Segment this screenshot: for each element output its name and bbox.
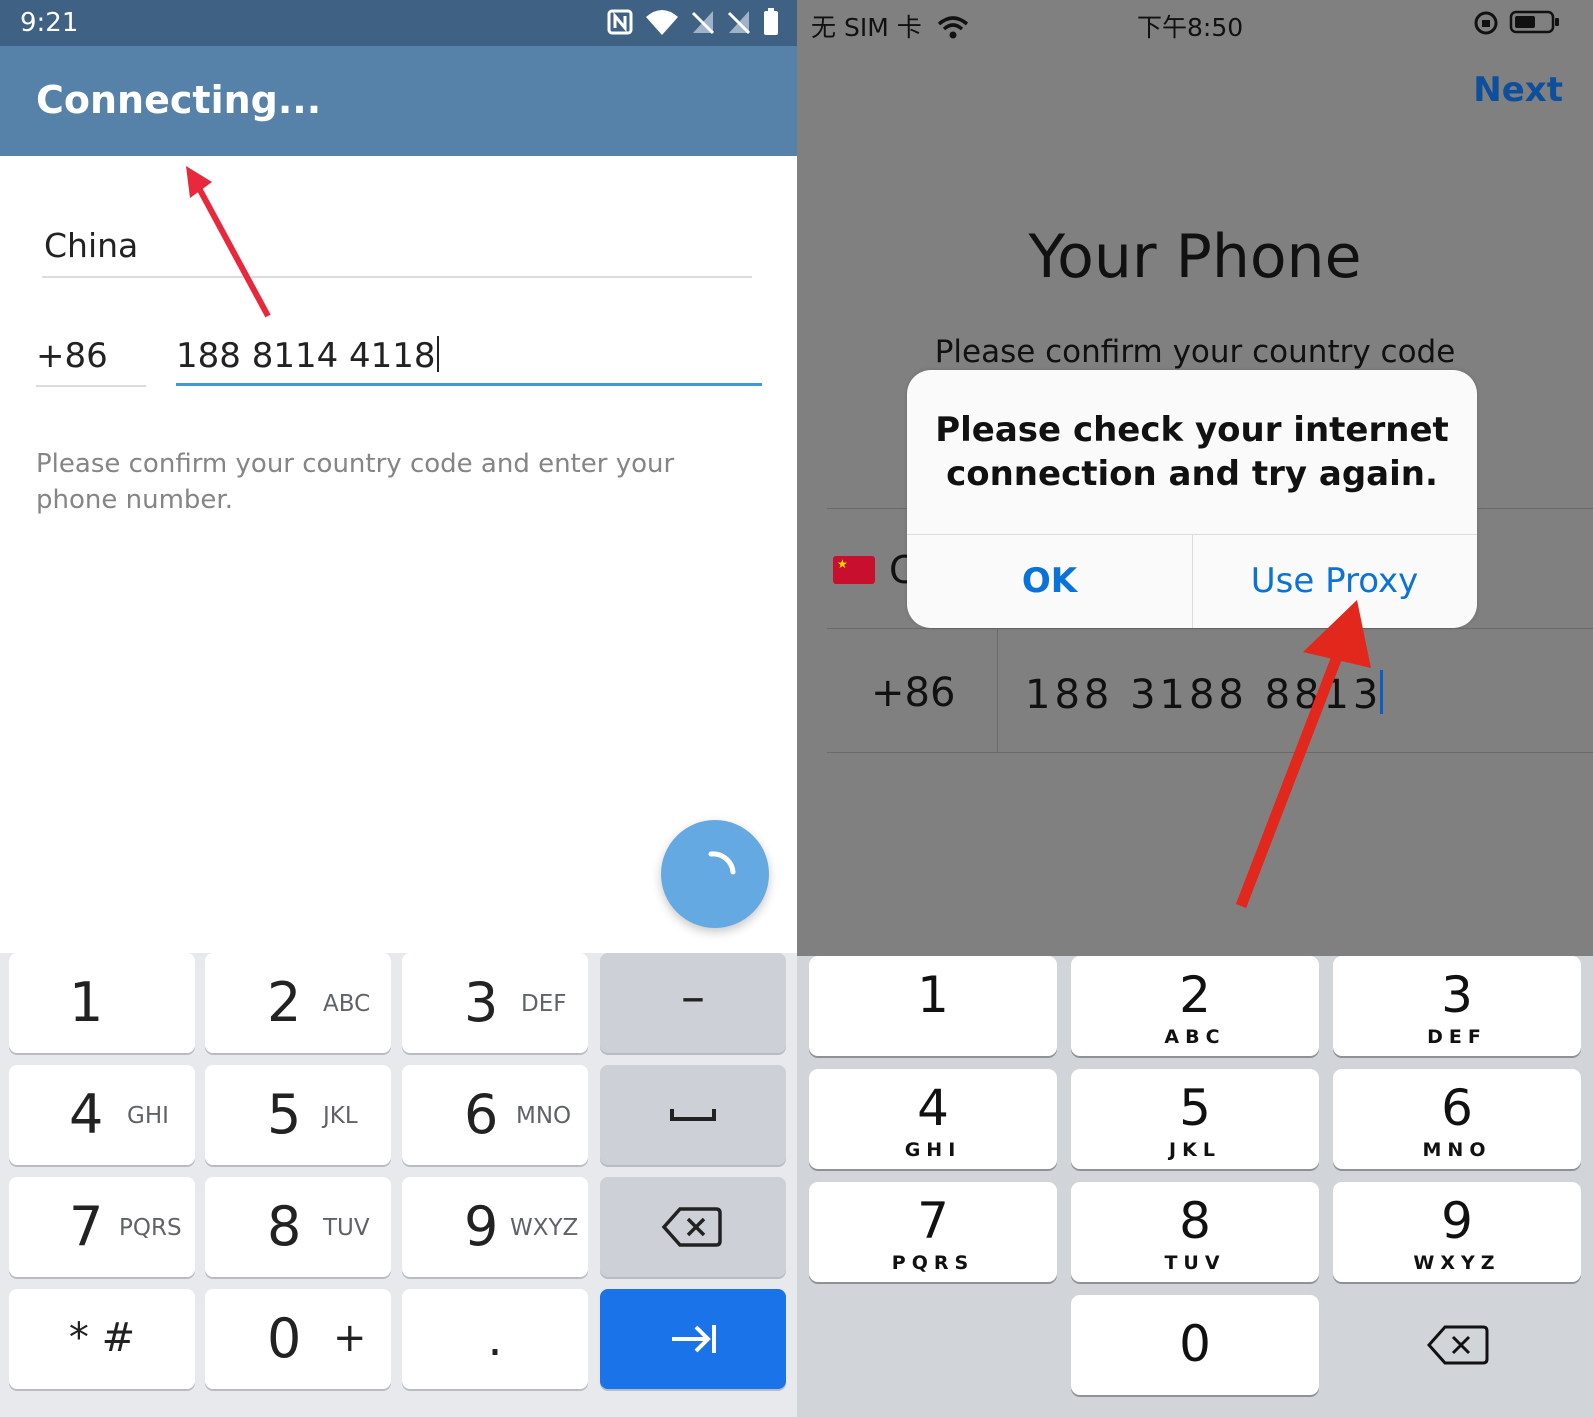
- battery-icon: [1509, 10, 1559, 34]
- country-field[interactable]: China: [44, 226, 138, 265]
- china-flag-icon: ★: [833, 556, 875, 584]
- page-subtitle: Please confirm your country code: [934, 334, 1456, 370]
- key-backspace[interactable]: [1333, 1295, 1581, 1395]
- ios-screen: 无 SIM 卡 下午8:50 Next Your Phone Please co…: [797, 0, 1593, 1417]
- phone-number-value: 188 8114 4118: [176, 336, 436, 376]
- key-5[interactable]: 5 JKL: [205, 1065, 391, 1165]
- key-star-hash[interactable]: * #: [9, 1289, 195, 1389]
- divider: [827, 628, 1593, 629]
- key-2[interactable]: 2 ABC: [205, 953, 391, 1053]
- next-button[interactable]: Next: [1473, 70, 1563, 110]
- backspace-icon: [661, 1207, 722, 1247]
- alert-use-proxy-button[interactable]: Use Proxy: [1192, 534, 1477, 628]
- key-3[interactable]: 3 DEF: [402, 953, 588, 1053]
- key-dash[interactable]: –: [600, 953, 786, 1053]
- connection-status-title: Connecting...: [36, 78, 322, 122]
- wifi-icon: [937, 16, 968, 39]
- numeric-keyboard: 1 2 ABC 3 DEF 4 GHI 5 JKL 6 MNO 7 PQRS 8 TUV 9W…: [797, 956, 1593, 1417]
- phone-underline-focused: [176, 383, 762, 386]
- status-icons: [607, 8, 779, 36]
- key-1[interactable]: 1: [9, 953, 195, 1053]
- key-backspace[interactable]: [600, 1177, 786, 1277]
- key-7[interactable]: 7 PQRS: [809, 1182, 1057, 1282]
- status-carrier: 无 SIM 卡: [811, 8, 970, 44]
- key-9[interactable]: 9 WXYZ: [1333, 1182, 1581, 1282]
- backspace-icon: [1426, 1325, 1489, 1365]
- country-code-underline: [36, 385, 146, 387]
- key-next[interactable]: [600, 1289, 786, 1389]
- page-title: Your Phone: [1028, 222, 1362, 292]
- no-signal-icon: [691, 11, 715, 35]
- key-8[interactable]: 8 TUV: [205, 1177, 391, 1277]
- key-3[interactable]: 3 DEF: [1333, 956, 1581, 1056]
- key-6[interactable]: 6 MNO: [1333, 1069, 1581, 1169]
- text-caret: [1380, 670, 1384, 714]
- key-4[interactable]: 4 GHI: [9, 1065, 195, 1165]
- key-period[interactable]: .: [402, 1289, 588, 1389]
- divider: [827, 752, 1593, 753]
- app-bar: Connecting...: [0, 46, 797, 156]
- key-2[interactable]: 2 ABC: [1071, 956, 1319, 1056]
- key-8[interactable]: 8 TUV: [1071, 1182, 1319, 1282]
- country-code-field[interactable]: +86: [36, 336, 108, 376]
- space-icon: [670, 1109, 716, 1121]
- form-hint: Please confirm your country code and ent…: [36, 449, 675, 515]
- phone-number-value: 188 3188 8813: [1025, 672, 1383, 718]
- next-icon: [672, 1325, 716, 1353]
- alert-dialog: Please check your internet connection an…: [907, 370, 1477, 628]
- android-screen: 9:21 Connecting... China +86 188 8114 41…: [0, 0, 797, 1417]
- orientation-lock-icon: [1474, 11, 1498, 35]
- battery-icon: [764, 8, 778, 35]
- wifi-icon: [646, 10, 678, 35]
- divider: [997, 628, 998, 752]
- key-7[interactable]: 7 PQRS: [9, 1177, 195, 1277]
- phone-number-input[interactable]: 188 3188 8813: [1025, 670, 1384, 718]
- nfc-icon: [607, 9, 633, 35]
- alert-message: Please check your internet connection an…: [935, 410, 1449, 494]
- alert-ok-button[interactable]: OK: [907, 534, 1192, 628]
- key-0[interactable]: 0: [1071, 1295, 1319, 1395]
- numeric-keyboard: 1 2 ABC 3 DEF – 4 GHI 5 JKL 6 MNO 7 PQRS 8 TUV …: [0, 953, 797, 1417]
- country-underline: [42, 276, 752, 278]
- text-caret: [436, 336, 439, 372]
- key-4[interactable]: 4 GHI: [809, 1069, 1057, 1169]
- status-bar: 9:21: [0, 0, 797, 46]
- key-9[interactable]: 9 WXYZ: [402, 1177, 588, 1277]
- key-6[interactable]: 6 MNO: [402, 1065, 588, 1165]
- key-space[interactable]: [600, 1065, 786, 1165]
- status-time: 下午8:50: [1137, 13, 1244, 42]
- no-signal-icon: [727, 11, 751, 35]
- key-5[interactable]: 5 JKL: [1071, 1069, 1319, 1169]
- phone-number-input[interactable]: 188 8114 4118: [176, 336, 439, 376]
- key-0[interactable]: 0 +: [205, 1289, 391, 1389]
- country-code-field[interactable]: +86: [871, 670, 955, 716]
- spinner-icon: [708, 851, 736, 875]
- next-fab-button[interactable]: [661, 820, 769, 928]
- key-1[interactable]: 1: [809, 956, 1057, 1056]
- status-time: 9:21: [20, 8, 79, 38]
